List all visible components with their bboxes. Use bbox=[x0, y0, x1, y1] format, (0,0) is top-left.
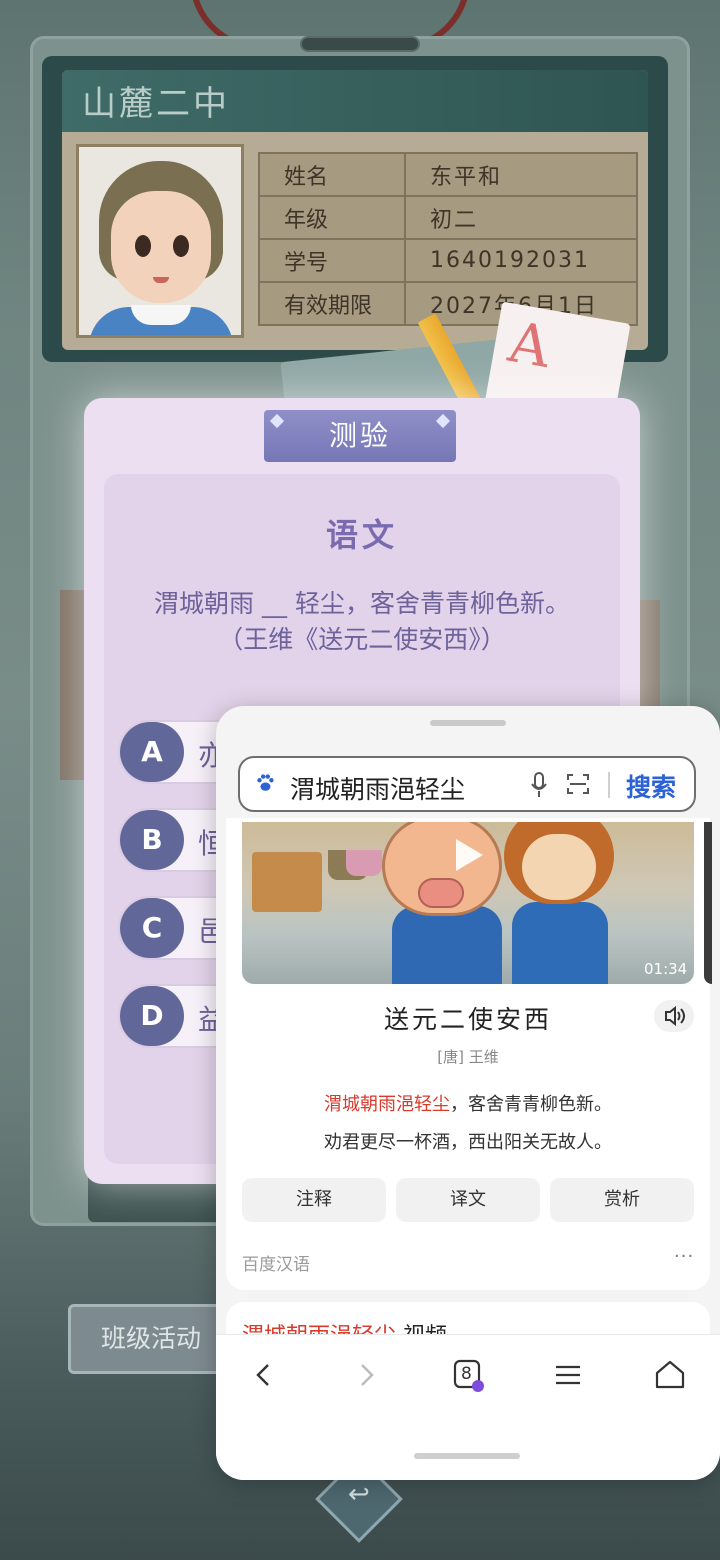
poem-author: [唐] 王维 bbox=[437, 1048, 499, 1066]
scene-table bbox=[252, 852, 322, 912]
option-letter: D bbox=[120, 986, 184, 1046]
speaker-icon bbox=[665, 1005, 685, 1027]
quiz-question: 渭城朝雨 __ 轻尘，客舍青青柳色新。 bbox=[154, 589, 570, 618]
info-value: 1640192031 bbox=[404, 238, 638, 283]
floating-browser-window: 渭城朝雨浥轻尘 搜索 01:34 送元二使安西 [唐] 王维 渭城朝雨浥轻尘，客… bbox=[216, 706, 720, 1480]
speaker-button[interactable] bbox=[654, 1000, 694, 1032]
search-bar[interactable]: 渭城朝雨浥轻尘 搜索 bbox=[238, 756, 696, 812]
cartoon-pig-snout bbox=[418, 878, 464, 908]
home-indicator[interactable] bbox=[414, 1453, 520, 1459]
poem-highlight: 渭城朝雨浥轻尘 bbox=[324, 1094, 450, 1115]
quiz-subject: 语文 bbox=[325, 516, 398, 554]
info-row: 姓名 东平和 bbox=[258, 152, 638, 197]
quiz-tab-label: 测验 bbox=[328, 419, 391, 452]
microphone-icon[interactable] bbox=[530, 772, 548, 798]
option-letter: B bbox=[120, 810, 184, 870]
avatar-face bbox=[111, 191, 211, 303]
avatar-eye bbox=[135, 235, 151, 257]
result-source[interactable]: 百度汉语 bbox=[242, 1250, 310, 1275]
quiz-question-source: （王维《送元二使安西》） bbox=[218, 625, 506, 654]
class-activity-button[interactable]: 班级活动 bbox=[68, 1304, 238, 1374]
option-letter: A bbox=[120, 722, 184, 782]
browser-bottom-bar: 8 bbox=[216, 1334, 720, 1480]
more-options-button[interactable]: ··· bbox=[674, 1246, 694, 1267]
info-row: 学号 1640192031 bbox=[258, 238, 638, 283]
tab-annotation[interactable]: 注释 bbox=[242, 1178, 386, 1222]
tabs-button[interactable]: 8 bbox=[448, 1355, 488, 1395]
search-input[interactable]: 渭城朝雨浥轻尘 bbox=[290, 770, 465, 806]
poem-line: 渭城朝雨浥轻尘，客舍青青柳色新。 bbox=[226, 1090, 710, 1116]
tab-count: 8 bbox=[461, 1364, 472, 1384]
info-label: 年级 bbox=[258, 195, 406, 240]
menu-icon[interactable] bbox=[548, 1355, 588, 1395]
student-info-table: 姓名 东平和 年级 初二 学号 1640192031 有效期限 2027年6月1… bbox=[258, 152, 638, 326]
school-name: 山麓二中 bbox=[62, 70, 648, 132]
scan-icon[interactable] bbox=[566, 772, 590, 796]
info-label: 姓名 bbox=[258, 152, 406, 197]
tab-translation[interactable]: 译文 bbox=[396, 1178, 540, 1222]
info-label: 学号 bbox=[258, 238, 406, 283]
search-separator bbox=[608, 772, 610, 798]
chevron-left-icon[interactable] bbox=[244, 1355, 284, 1395]
play-icon[interactable] bbox=[452, 836, 486, 874]
return-icon: ↩ bbox=[348, 1479, 370, 1510]
result-card: 01:34 送元二使安西 [唐] 王维 渭城朝雨浥轻尘，客舍青青柳色新。 劝君更… bbox=[226, 818, 712, 1290]
chevron-right-icon[interactable] bbox=[346, 1355, 386, 1395]
avatar-eye bbox=[173, 235, 189, 257]
poem-line-text: ，客舍青青柳色新。 bbox=[450, 1094, 612, 1115]
poem-line: 劝君更尽一杯酒，西出阳关无故人。 bbox=[324, 1132, 612, 1153]
info-value: 初二 bbox=[404, 195, 638, 240]
badge-clip bbox=[300, 36, 420, 52]
cartoon-monkey-face bbox=[522, 834, 596, 900]
cartoon-pig-body bbox=[392, 906, 502, 984]
poem-title: 送元二使安西 bbox=[383, 1005, 552, 1034]
tab-appreciation[interactable]: 赏析 bbox=[550, 1178, 694, 1222]
cartoon-monkey-body bbox=[512, 902, 608, 984]
gem-icon bbox=[269, 413, 285, 429]
video-duration: 01:34 bbox=[644, 960, 688, 978]
gem-icon bbox=[435, 413, 451, 429]
scene-pot bbox=[346, 850, 382, 876]
quiz-tab: 测验 bbox=[264, 410, 456, 462]
paw-icon bbox=[257, 774, 274, 791]
window-drag-handle[interactable] bbox=[430, 720, 506, 726]
next-video-peek[interactable] bbox=[704, 822, 712, 984]
student-avatar bbox=[76, 144, 244, 338]
paper-grade: A bbox=[503, 309, 556, 381]
info-value: 东平和 bbox=[404, 152, 638, 197]
info-row: 年级 初二 bbox=[258, 195, 638, 240]
option-letter: C bbox=[120, 898, 184, 958]
home-icon[interactable] bbox=[650, 1355, 690, 1395]
info-label: 有效期限 bbox=[258, 281, 406, 326]
search-button[interactable]: 搜索 bbox=[626, 768, 676, 804]
video-thumbnail[interactable]: 01:34 bbox=[242, 822, 694, 984]
